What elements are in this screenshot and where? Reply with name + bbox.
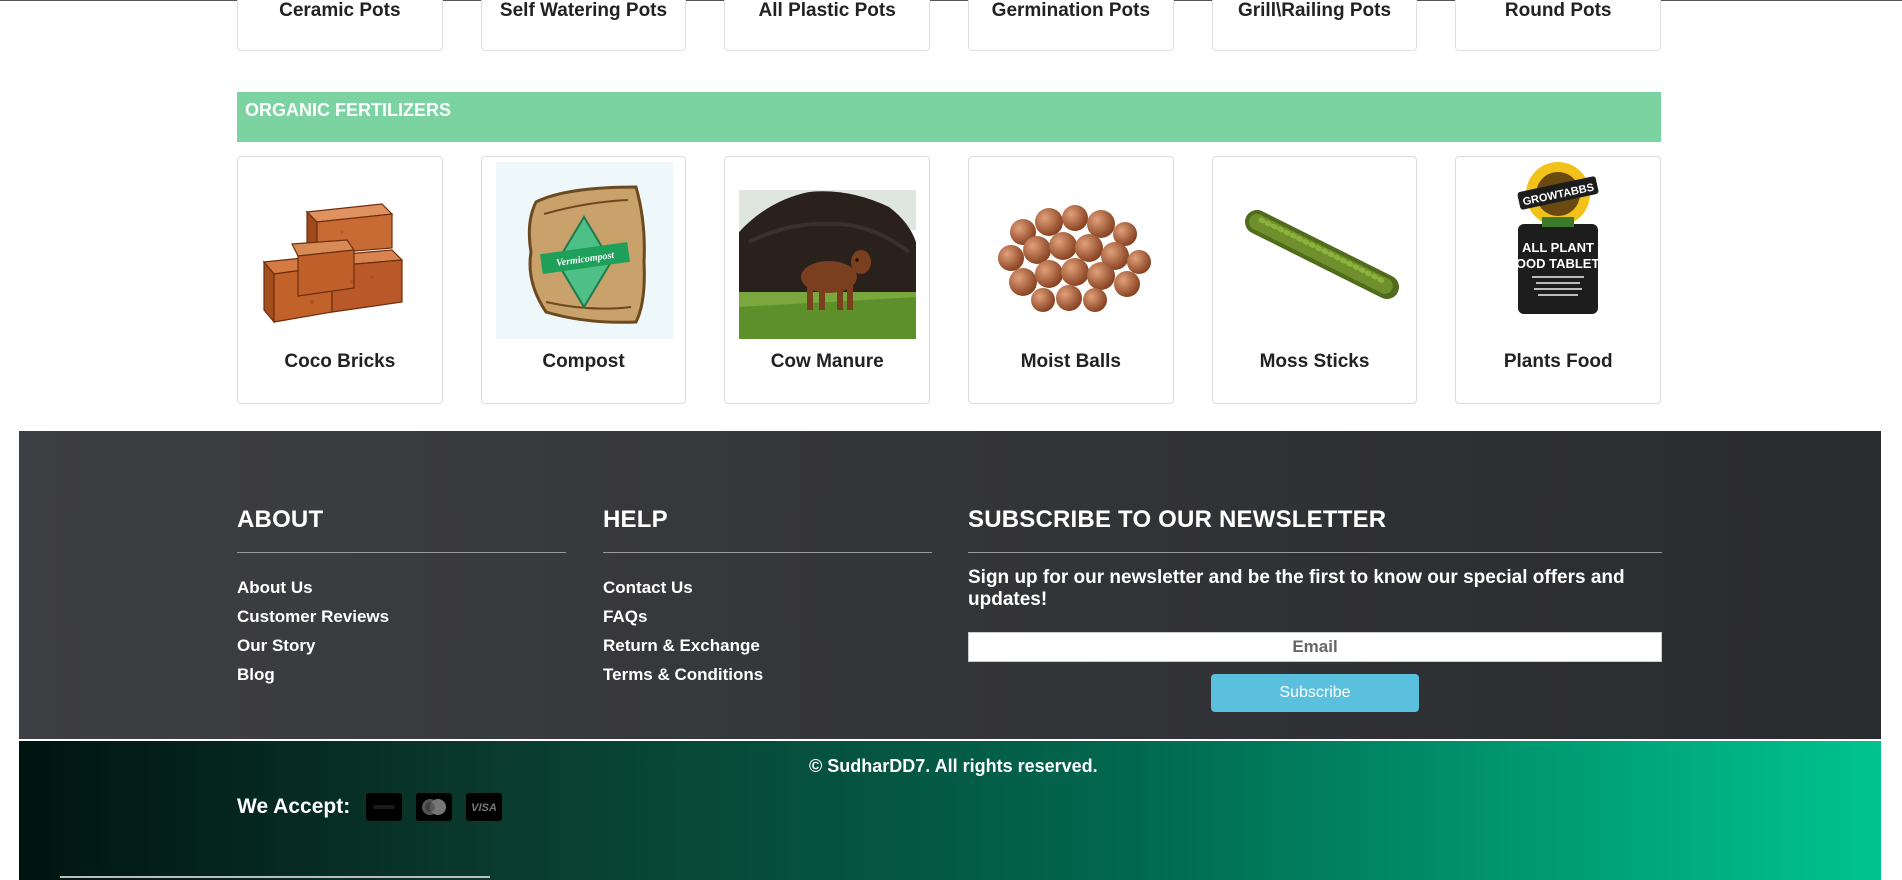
moist-balls-image [983,162,1160,339]
section-header-bar: ORGANIC FERTILIZERS [237,92,1661,142]
visa-text: VISA [471,802,497,814]
bottom-bar: © SudharDD7. All rights reserved. We Acc… [19,741,1881,880]
product-name: Moss Sticks [1259,351,1370,372]
moss-stick-image [1227,162,1404,339]
footer-link-our-story[interactable]: Our Story [237,631,566,660]
newsletter-email-input[interactable] [968,632,1662,662]
paypal-icon [366,793,403,821]
footer-link-contact-us[interactable]: Contact Us [603,573,932,602]
compost-bag-image: Vermicompost [495,162,673,339]
we-accept-label: We Accept: [237,795,351,818]
pot-card-label: All Plastic Pots [758,0,896,21]
payment-methods: We Accept: VISA [237,793,503,821]
footer-link-faqs[interactable]: FAQs [603,602,932,631]
plants-food-image: GROWTABBS ALL PLANT FOOD TABLETS [1470,162,1647,339]
pot-card-label: Round Pots [1504,0,1612,21]
footer-link-blog[interactable]: Blog [237,660,566,689]
footer-link-terms[interactable]: Terms & Conditions [603,660,932,689]
product-card-compost[interactable]: Vermicompost Compost [480,156,687,404]
pack-title: FOOD TABLETS [1508,256,1608,271]
pots-category-row: Ceramic Pots Self Watering Pots All Plas… [237,0,1662,53]
pot-card-label: Grill\Railing Pots [1237,0,1392,21]
pot-card-ceramic[interactable]: Ceramic Pots [237,0,443,51]
pot-card-label: Self Watering Pots [499,0,668,21]
pot-card-round[interactable]: Round Pots [1455,0,1662,51]
horizontal-scrollbar[interactable] [60,876,490,878]
footer: ABOUT About Us Customer Reviews Our Stor… [19,431,1881,739]
pot-card-grill-railing[interactable]: Grill\Railing Pots [1211,0,1418,51]
section-title: ORGANIC FERTILIZERS [245,100,451,120]
visa-icon: VISA [466,793,503,821]
cow-manure-image [739,162,917,339]
product-name: Plants Food [1503,351,1613,372]
product-name: Cow Manure [770,351,884,372]
divider [968,552,1662,553]
subscribe-button[interactable]: Subscribe [1211,674,1419,712]
footer-about-section: ABOUT About Us Customer Reviews Our Stor… [237,506,566,689]
product-name: Moist Balls [1020,351,1121,372]
divider [237,552,566,553]
product-name: Compost [542,351,625,372]
footer-help-section: HELP Contact Us FAQs Return & Exchange T… [603,506,932,689]
footer-link-customer-reviews[interactable]: Customer Reviews [237,602,566,631]
fertilizer-row: Coco Bricks Vermicompost Compost Cow Man… [237,156,1662,404]
coco-bricks-image [252,162,429,339]
newsletter-description: Sign up for our newsletter and be the fi… [968,567,1625,610]
product-card-plants-food[interactable]: GROWTABBS ALL PLANT FOOD TABLETS Plants … [1455,156,1662,404]
mastercard-icon [416,793,453,821]
product-card-moss-sticks[interactable]: Moss Sticks [1211,156,1418,404]
pot-card-label: Ceramic Pots [279,0,401,21]
footer-link-about-us[interactable]: About Us [237,573,566,602]
product-card-moist-balls[interactable]: Moist Balls [968,156,1174,404]
pack-title: ALL PLANT [1522,240,1594,255]
footer-link-return-exchange[interactable]: Return & Exchange [603,631,932,660]
pot-card-all-plastic[interactable]: All Plastic Pots [724,0,931,51]
copyright-text: © SudharDD7. All rights reserved. [809,756,1098,776]
footer-help-title: HELP [603,506,668,533]
newsletter-title: SUBSCRIBE TO OUR NEWSLETTER [968,506,1387,533]
footer-newsletter-section: SUBSCRIBE TO OUR NEWSLETTER Sign up for … [968,506,1662,712]
divider [603,552,932,553]
product-card-cow-manure[interactable]: Cow Manure [724,156,931,404]
product-card-coco-bricks[interactable]: Coco Bricks [237,156,443,404]
pot-card-label: Germination Pots [991,0,1151,21]
pot-card-germination[interactable]: Germination Pots [968,0,1174,51]
product-name: Coco Bricks [284,351,396,372]
footer-about-title: ABOUT [237,506,324,533]
pot-card-self-watering[interactable]: Self Watering Pots [480,0,687,51]
